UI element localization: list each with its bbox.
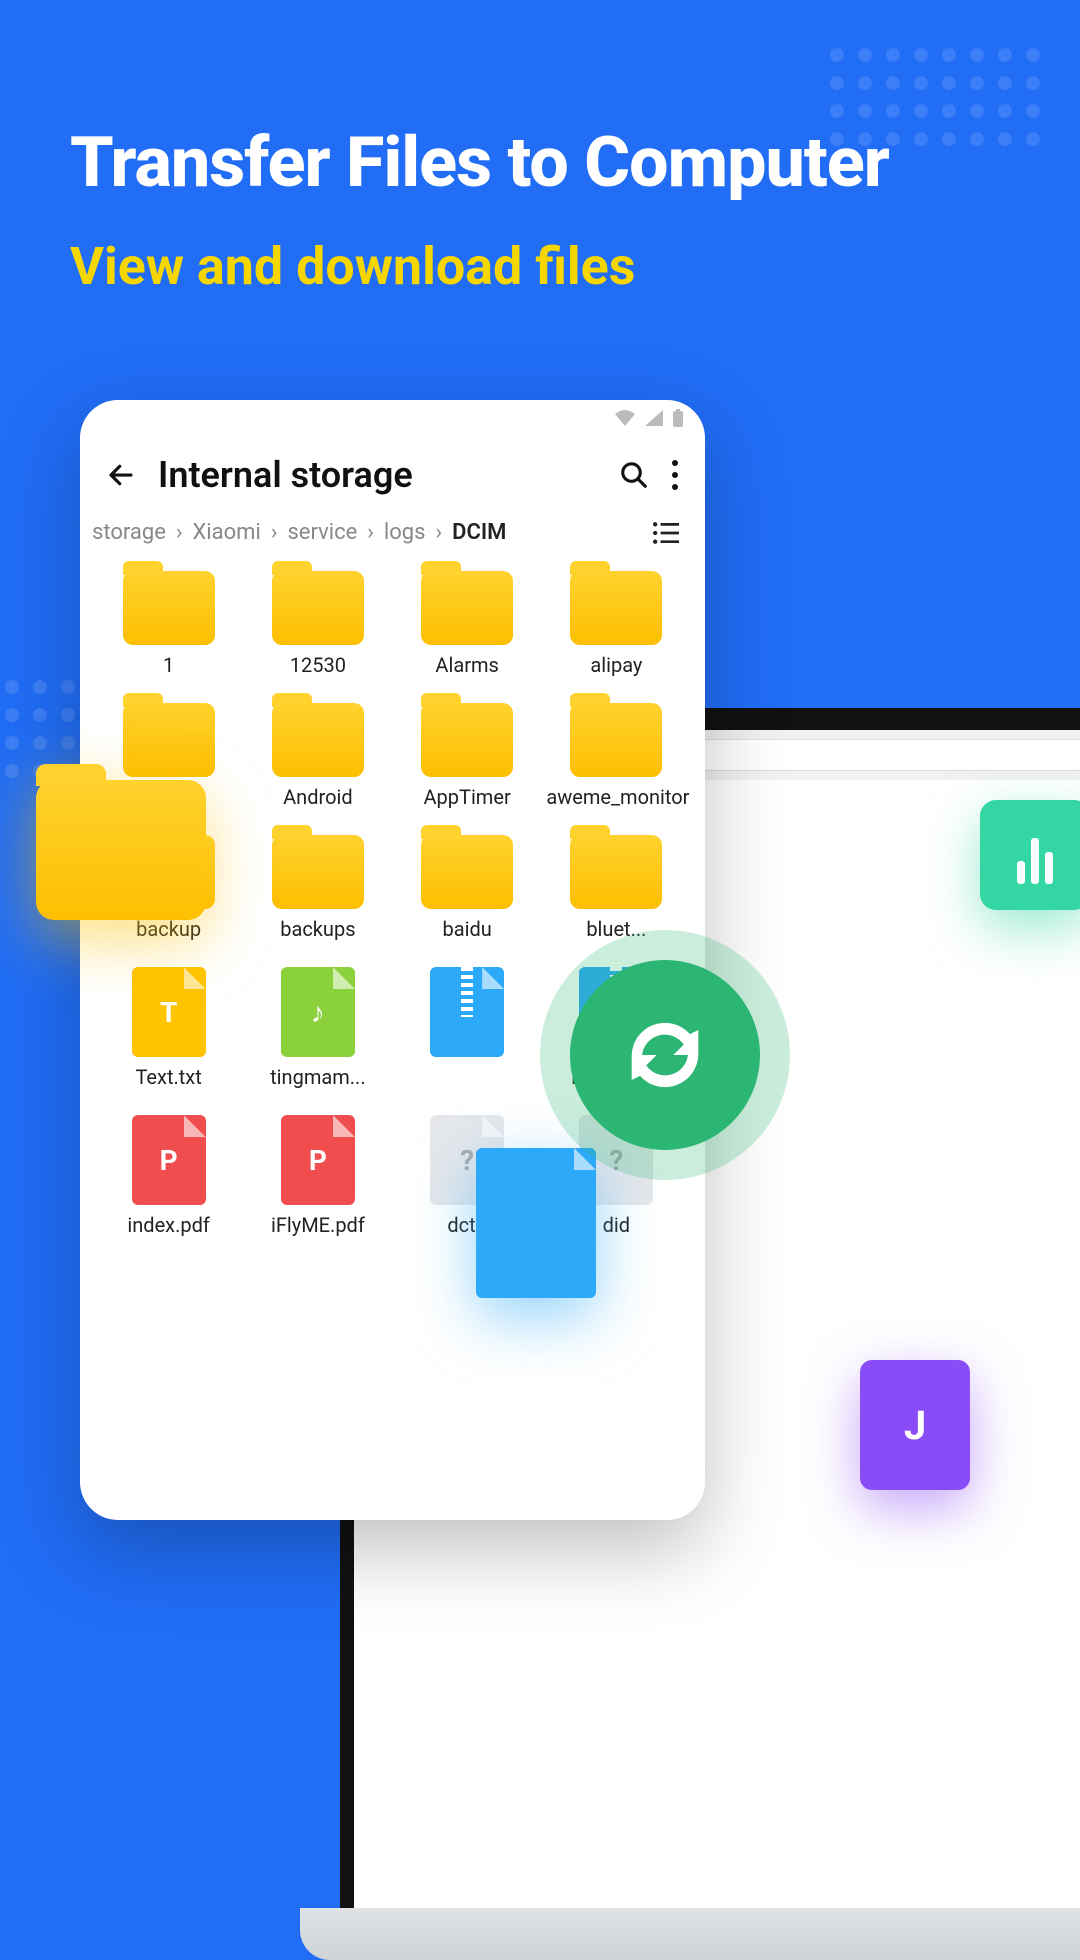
file-name: Android (283, 785, 353, 809)
breadcrumb-item[interactable]: storage (92, 520, 166, 545)
file-name: did (603, 1213, 630, 1237)
phone-mockup: Internal storage storage›Xiaomi›service›… (80, 400, 705, 1520)
folder-icon (272, 703, 364, 777)
folder-icon (570, 571, 662, 645)
list-view-icon[interactable] (653, 522, 693, 544)
folder-icon (570, 835, 662, 909)
file-name: iFlyME.pdf (271, 1213, 365, 1237)
float-zip-icon (476, 1148, 596, 1298)
file-item[interactable]: Pindex.pdf (96, 1115, 241, 1237)
back-icon[interactable] (106, 460, 136, 490)
folder-item[interactable]: alipay (544, 571, 689, 677)
pdf-file-icon: P (281, 1115, 355, 1205)
file-name: baidu (442, 917, 491, 941)
folder-item[interactable]: Android (245, 703, 390, 809)
txt-file-icon: T (132, 967, 206, 1057)
file-name: backup (136, 917, 201, 941)
marketing-headline: Transfer Files to Computer (70, 122, 889, 204)
file-name: Alarms (435, 653, 498, 677)
wifi-icon (615, 410, 635, 426)
file-name: 1 (163, 653, 174, 677)
breadcrumb-item[interactable]: DCIM (452, 520, 506, 545)
folder-item[interactable]: baidu (395, 835, 540, 941)
folder-item[interactable]: aweme_monitor (544, 703, 689, 809)
music-file-icon: ♪ (281, 967, 355, 1057)
app-title: Internal storage (158, 454, 597, 496)
folder-icon (123, 703, 215, 777)
folder-item[interactable]: AppTimer (395, 703, 540, 809)
status-bar (80, 400, 705, 428)
float-folder-icon (36, 780, 206, 920)
float-file-icon: J (860, 1360, 970, 1490)
file-name: tingmam... (270, 1065, 365, 1089)
file-item[interactable] (395, 967, 540, 1089)
pdf-file-icon: P (132, 1115, 206, 1205)
folder-icon (421, 703, 513, 777)
folder-icon (272, 835, 364, 909)
breadcrumb-item[interactable]: logs (384, 520, 426, 545)
folder-icon (421, 571, 513, 645)
more-icon[interactable] (671, 460, 679, 490)
file-item[interactable]: ♪ tingmam... (245, 967, 390, 1089)
zip-file-icon (430, 967, 504, 1057)
folder-icon (570, 703, 662, 777)
signal-icon (645, 410, 663, 426)
folder-item[interactable]: 1 (96, 571, 241, 677)
file-name: index.pdf (127, 1213, 209, 1237)
laptop-base (300, 1908, 1080, 1960)
folder-icon (123, 571, 215, 645)
file-item[interactable]: PiFlyME.pdf (245, 1115, 390, 1237)
file-item[interactable]: T Text.txt (96, 967, 241, 1089)
breadcrumb-item[interactable]: service (287, 520, 357, 545)
folder-item[interactable]: Alarms (395, 571, 540, 677)
breadcrumb[interactable]: storage›Xiaomi›service›logs›DCIM (80, 514, 705, 561)
folder-icon (421, 835, 513, 909)
file-name: Text.txt (135, 1065, 201, 1089)
folder-item[interactable]: 12530 (245, 571, 390, 677)
file-name: aweme_monitor (546, 785, 686, 809)
breadcrumb-item[interactable]: Xiaomi (193, 520, 261, 545)
folder-item[interactable]: bluet... (544, 835, 689, 941)
file-name: 12530 (290, 653, 346, 677)
float-chart-icon (980, 800, 1080, 910)
sync-icon (570, 960, 760, 1150)
marketing-subhead: View and download files (70, 236, 635, 297)
file-name: bluet... (586, 917, 646, 941)
folder-icon (272, 571, 364, 645)
file-name: alipay (590, 653, 642, 677)
folder-item[interactable]: backups (245, 835, 390, 941)
search-icon[interactable] (619, 460, 649, 490)
app-bar: Internal storage (80, 428, 705, 514)
file-name: backups (280, 917, 355, 941)
battery-icon (673, 409, 683, 427)
file-name: AppTimer (424, 785, 511, 809)
